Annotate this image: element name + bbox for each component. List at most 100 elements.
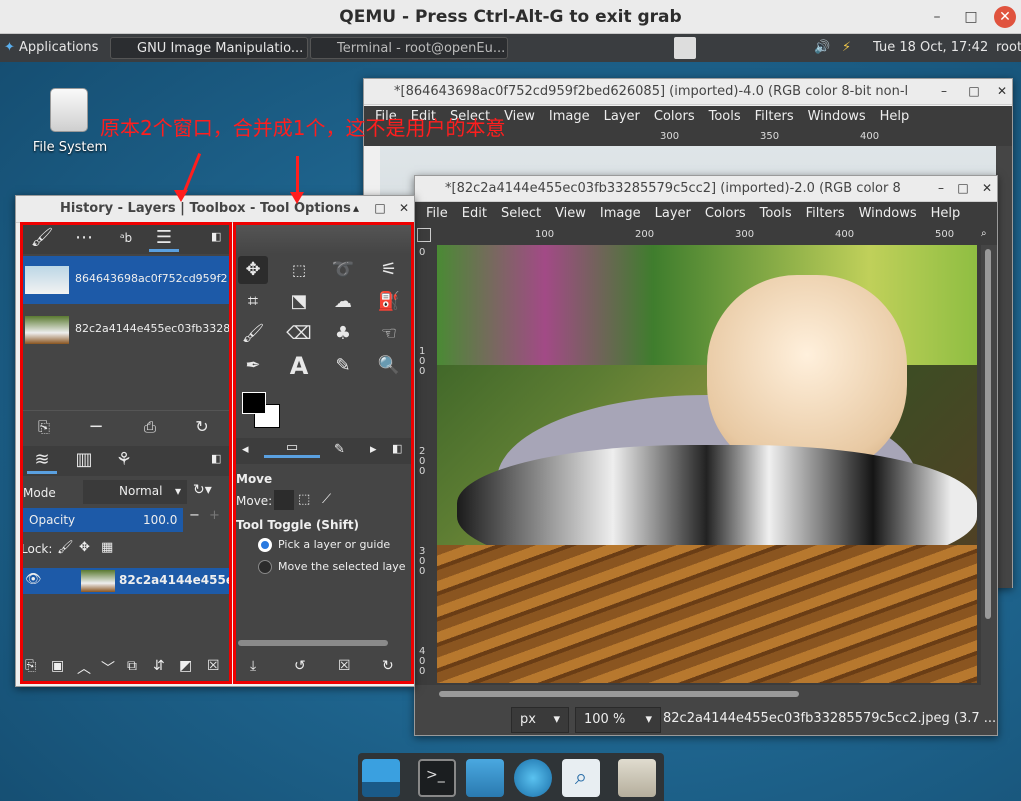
network-icon[interactable]: ⚡ — [842, 37, 851, 59]
annotation-text: 原本2个窗口，合并成1个，这不是用户的本意 — [100, 116, 506, 140]
status-text: 82c2a4144e455ec03fb33285579c5cc2.jpeg (3… — [663, 711, 997, 726]
zoom-value: 100 % — [584, 712, 626, 727]
ruler-tick: 300 — [735, 229, 755, 240]
annotation-arrow-right — [296, 156, 299, 196]
ruler-tick: 400 — [860, 131, 880, 142]
chevron-down-icon: ▾ — [553, 712, 560, 727]
show-desktop-icon[interactable] — [362, 759, 400, 797]
qemu-title: QEMU - Press Ctrl-Alt-G to exit grab — [339, 7, 682, 27]
browser-icon[interactable] — [514, 759, 552, 797]
menu-filters[interactable]: Filters — [748, 106, 801, 124]
close-button[interactable]: ✕ — [994, 6, 1016, 28]
qemu-title-bar: QEMU - Press Ctrl-Alt-G to exit grab – □… — [0, 0, 1021, 34]
file-system-icon[interactable] — [50, 88, 88, 132]
back-window-title: *[864643698ac0f752cd959f2bed626085] (imp… — [394, 84, 909, 99]
menu-colors[interactable]: Colors — [647, 106, 702, 124]
workspace-switcher[interactable] — [674, 37, 696, 59]
volume-icon[interactable]: 🔊 — [814, 37, 830, 59]
ruler-tick: 4 0 0 — [419, 646, 426, 677]
menu-layer[interactable]: Layer — [597, 106, 647, 124]
front-horizontal-ruler: 100 200 300 400 500 ⌕ — [415, 227, 997, 245]
menu-view[interactable]: View — [548, 203, 593, 221]
menu-colors[interactable]: Colors — [698, 203, 753, 221]
bottom-dock: >_ ⌕ — [358, 753, 664, 801]
horizontal-scroll-thumb[interactable] — [439, 691, 799, 697]
menu-layer[interactable]: Layer — [648, 203, 698, 221]
ruler-tick: 200 — [635, 229, 655, 240]
quick-mask-icon[interactable] — [417, 228, 431, 242]
ruler-tick: 300 — [660, 131, 680, 142]
menu-file[interactable]: File — [419, 203, 455, 221]
highlight-box-right — [233, 222, 414, 684]
applications-menu[interactable]: Applications — [19, 37, 98, 59]
file-system-label[interactable]: File System — [22, 140, 118, 155]
menu-help[interactable]: Help — [924, 203, 968, 221]
menu-filters[interactable]: Filters — [799, 203, 852, 221]
zoom-fit-icon[interactable]: ⌕ — [981, 228, 987, 239]
back-minimize-button[interactable]: – — [936, 83, 952, 99]
statusbar: px ▾ 100 % ▾ 82c2a4144e455ec03fb33285579c5… — [415, 703, 997, 735]
apps-menu-icon[interactable]: ✦ — [4, 37, 15, 59]
front-menubar: File Edit Select View Image Layer Colors Tools F… — [415, 203, 997, 227]
chevron-down-icon: ▾ — [645, 712, 652, 727]
menu-image[interactable]: Image — [593, 203, 648, 221]
back-window-titlebar[interactable]: *[864643698ac0f752cd959f2bed626085] (imp… — [364, 79, 1012, 105]
top-panel: ✦ Applications GNU Image Manipulatio... … — [0, 34, 1021, 62]
front-window-titlebar[interactable]: *[82c2a4144e455ec03fb33285579c5cc2] (imp… — [415, 176, 997, 202]
back-vertical-scrollbar[interactable] — [996, 146, 1012, 588]
menu-windows[interactable]: Windows — [801, 106, 873, 124]
file-manager-icon[interactable] — [466, 759, 504, 797]
unit-selector[interactable]: px ▾ — [511, 707, 569, 733]
front-maximize-button[interactable]: □ — [955, 180, 971, 196]
menu-edit[interactable]: Edit — [455, 203, 494, 221]
front-horizontal-scrollbar[interactable] — [415, 685, 997, 703]
arrowhead-right — [290, 192, 304, 204]
arrowhead-left — [174, 190, 188, 202]
front-window-title: *[82c2a4144e455ec03fb33285579c5cc2] (imp… — [445, 181, 901, 196]
ruler-tick: 350 — [760, 131, 780, 142]
taskbar-terminal[interactable]: Terminal - root@openEu... — [310, 37, 508, 59]
zoom-selector[interactable]: 100 % ▾ — [575, 707, 661, 733]
gimp-task-label: GNU Image Manipulatio... — [137, 41, 304, 56]
dock-titlebar[interactable]: History - Layers | Toolbox - Tool Option… — [16, 196, 414, 223]
front-minimize-button[interactable]: – — [933, 180, 949, 196]
menu-help[interactable]: Help — [873, 106, 917, 124]
user-menu[interactable]: root — [996, 37, 1021, 59]
front-close-button[interactable]: ✕ — [979, 180, 995, 196]
menu-select[interactable]: Select — [494, 203, 548, 221]
minimize-button[interactable]: – — [926, 6, 948, 28]
maximize-button[interactable]: □ — [960, 6, 982, 28]
front-vertical-scrollbar[interactable] — [981, 245, 997, 685]
menu-windows[interactable]: Windows — [852, 203, 924, 221]
ruler-tick: 3 0 0 — [419, 546, 426, 577]
ruler-tick: 400 — [835, 229, 855, 240]
dock-maximize-button[interactable]: □ — [372, 200, 388, 216]
menu-image[interactable]: Image — [542, 106, 597, 124]
folder-icon[interactable] — [618, 759, 656, 797]
menu-tools[interactable]: Tools — [753, 203, 799, 221]
terminal-task-label: Terminal - root@openEu... — [337, 41, 506, 56]
ruler-tick: 2 0 0 — [419, 446, 426, 477]
app-finder-icon[interactable]: ⌕ — [562, 759, 600, 797]
dock-window[interactable]: History - Layers | Toolbox - Tool Option… — [15, 195, 415, 687]
highlight-box-left — [20, 222, 232, 684]
terminal-icon[interactable]: >_ — [418, 759, 456, 797]
dock-close-button[interactable]: ✕ — [396, 200, 412, 216]
menu-tools[interactable]: Tools — [702, 106, 748, 124]
ruler-tick: 100 — [535, 229, 555, 240]
image-canvas[interactable] — [437, 245, 977, 683]
unit-value: px — [520, 712, 536, 727]
taskbar-gimp[interactable]: GNU Image Manipulatio... — [110, 37, 308, 59]
front-vertical-ruler: 0 1 0 0 2 0 0 3 0 0 4 0 0 — [415, 245, 433, 685]
front-image-window[interactable]: *[82c2a4144e455ec03fb33285579c5cc2] (imp… — [414, 175, 998, 736]
ruler-tick: 1 0 0 — [419, 346, 426, 377]
basket — [437, 545, 977, 683]
vertical-scroll-thumb[interactable] — [985, 249, 991, 619]
back-close-button[interactable]: ✕ — [994, 83, 1010, 99]
back-maximize-button[interactable]: □ — [966, 83, 982, 99]
ruler-tick: 0 — [419, 247, 426, 258]
clock[interactable]: Tue 18 Oct, 17:42 — [873, 37, 988, 59]
ruler-tick: 500 — [935, 229, 955, 240]
dock-minimize-button[interactable]: ▴ — [348, 200, 364, 216]
dock-title: History - Layers | Toolbox - Tool Option… — [60, 201, 351, 216]
